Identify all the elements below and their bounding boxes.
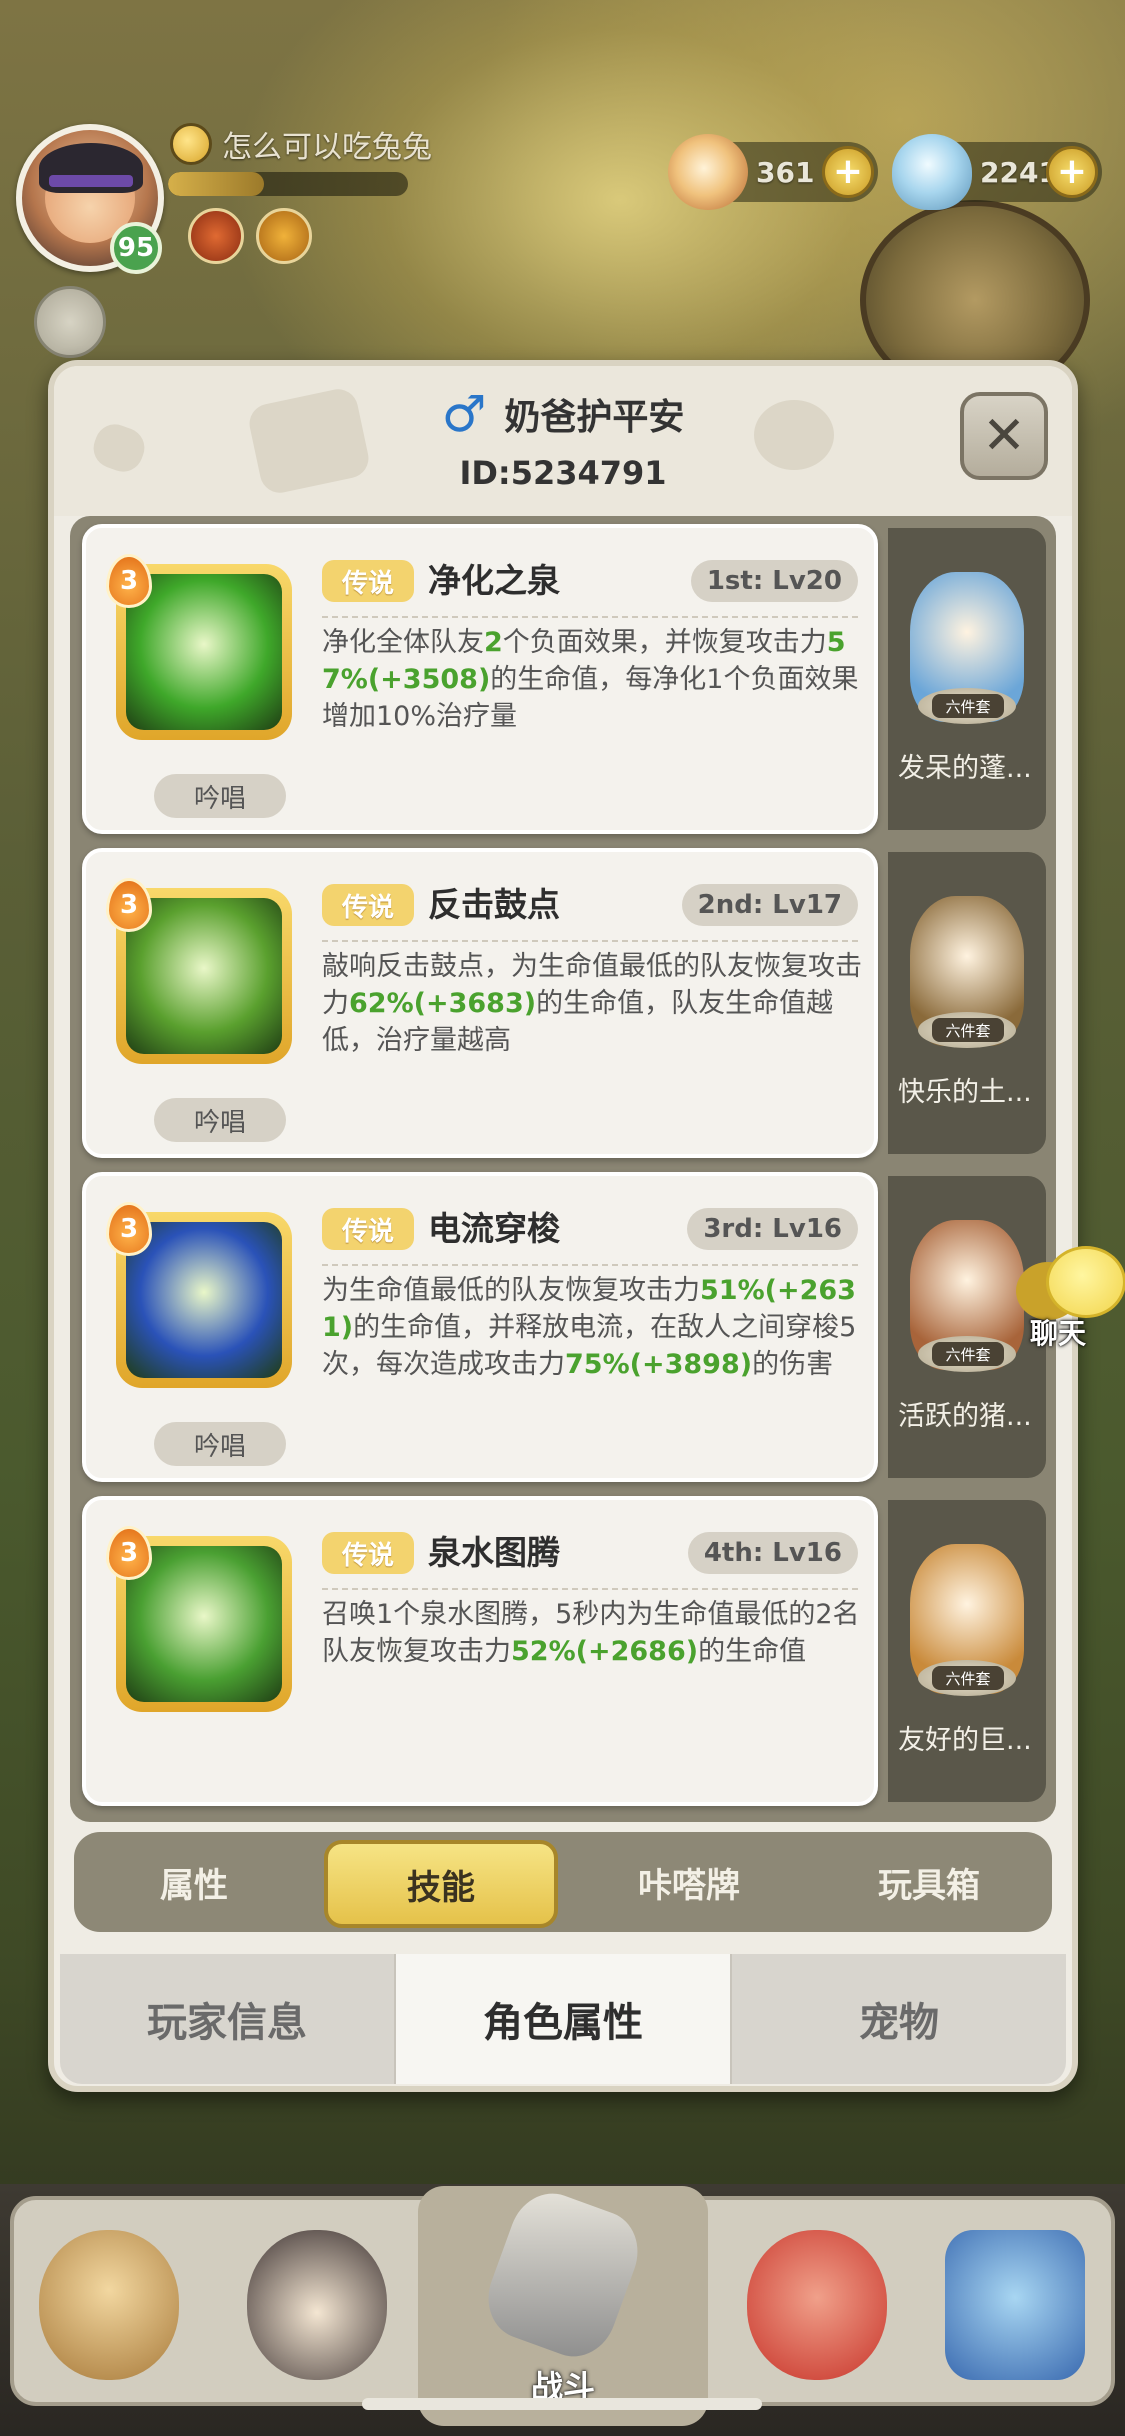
toy-set-name: 发呆的蓬... — [898, 753, 1032, 784]
totem-icon — [126, 1546, 282, 1702]
skill-slot-level: 1st: Lv20 — [690, 560, 858, 602]
toy-set-name: 友好的巨... — [898, 1725, 1032, 1756]
divider — [322, 940, 858, 942]
home-indicator[interactable] — [362, 2398, 762, 2410]
wildman-icon — [39, 2230, 179, 2380]
cast-tag: 吟唱 — [154, 774, 286, 818]
main-tab-bar: 玩家信息 角色属性 宠物 — [60, 1954, 1066, 2084]
skill-card[interactable]: 3 吟唱 传说 电流穿梭 3rd: Lv16 为生命值最低的队友恢复攻击力51%… — [82, 1172, 878, 1482]
buff-fire-icon[interactable] — [188, 208, 244, 264]
skill-grade-badge: 3 — [106, 878, 152, 932]
skill-grade-badge: 3 — [106, 1526, 152, 1580]
panel-header: ♂ 奶爸护平安 ID:5234791 ✕ — [54, 366, 1072, 516]
dragon-icon — [747, 2230, 887, 2380]
pearl-currency-icon — [892, 134, 972, 210]
skill-description: 召唤1个泉水图腾，5秒内为生命值最低的2名队友恢复攻击力52%(+2686)的生… — [322, 1599, 860, 1667]
set-badge: 六件套 — [932, 1342, 1004, 1366]
skill-list[interactable]: 3 吟唱 传说 净化之泉 1st: Lv20 净化全体队友2个负面效果，并恢复攻… — [70, 516, 1056, 1822]
rarity-tag: 传说 — [322, 1532, 414, 1574]
cast-tag: 吟唱 — [154, 1422, 286, 1466]
skill-name: 电流穿梭 — [428, 1209, 560, 1248]
skill-name: 泉水图腾 — [428, 1533, 560, 1572]
tab-skills[interactable]: 技能 — [324, 1840, 558, 1928]
player-name-row: 怎么可以吃兔兔 — [170, 122, 432, 166]
skill-description: 净化全体队友2个负面效果，并恢复攻击力57%(+3508)的生命值，每净化1个负… — [322, 627, 859, 732]
tab-pets[interactable]: 宠物 — [732, 1954, 1066, 2084]
currency-shell-value: 361 — [756, 155, 815, 189]
skill-description: 敲响反击鼓点，为生命值最低的队友恢复攻击力62%(+3683)的生命值，队友生命… — [322, 951, 862, 1056]
skill-card[interactable]: 3 传说 泉水图腾 4th: Lv16 召唤1个泉水图腾，5秒内为生命值最低的2… — [82, 1496, 878, 1806]
set-badge: 六件套 — [932, 1666, 1004, 1690]
divider — [322, 1264, 858, 1266]
chat-label: 聊天 — [1030, 1317, 1087, 1350]
panel-title: 奶爸护平安 — [504, 397, 685, 438]
nav-item-portal[interactable] — [920, 2200, 1110, 2400]
toy-set-card[interactable]: 六件套 发呆的蓬... — [888, 528, 1046, 830]
nav-item-dragon[interactable] — [722, 2200, 912, 2400]
chat-button[interactable]: 聊天 — [1010, 1244, 1125, 1354]
tab-attributes[interactable]: 属性 — [84, 1832, 304, 1932]
xp-bar — [168, 172, 408, 196]
add-shell-button[interactable]: + — [822, 146, 874, 198]
purify-spring-icon — [126, 574, 282, 730]
player-name: 怎么可以吃兔兔 — [222, 130, 432, 165]
skill-slot-level: 4th: Lv16 — [687, 1532, 858, 1574]
set-badge: 六件套 — [932, 1018, 1004, 1042]
xp-bar-fill — [168, 172, 264, 196]
skill-grade-badge: 3 — [106, 554, 152, 608]
toy-set-name: 活跃的猪... — [898, 1401, 1032, 1432]
buff-gold-icon[interactable] — [256, 208, 312, 264]
toy-set-card[interactable]: 六件套 友好的巨... — [888, 1500, 1046, 1802]
sword-icon — [476, 2182, 650, 2368]
rarity-tag: 传说 — [322, 560, 414, 602]
chat-face-icon — [1046, 1246, 1125, 1318]
rarity-tag: 传说 — [322, 1208, 414, 1250]
mood-emoji-icon — [170, 123, 212, 165]
portal-icon — [945, 2230, 1085, 2380]
close-icon: ✕ — [982, 406, 1026, 466]
skill-slot-level: 3rd: Lv16 — [687, 1208, 858, 1250]
tab-toybox[interactable]: 玩具箱 — [814, 1832, 1044, 1932]
rarity-tag: 传说 — [322, 884, 414, 926]
skill-slot-level: 2nd: Lv17 — [681, 884, 858, 926]
nav-item-hero[interactable] — [222, 2200, 412, 2400]
player-id: ID:5234791 — [459, 454, 667, 492]
male-gender-icon: ♂ — [441, 385, 487, 443]
cast-tag: 吟唱 — [154, 1098, 286, 1142]
toy-set-name: 快乐的土... — [898, 1077, 1032, 1108]
divider — [322, 616, 858, 618]
tab-character-attributes[interactable]: 角色属性 — [396, 1954, 732, 2084]
divider — [322, 1588, 858, 1590]
lightning-icon — [126, 1222, 282, 1378]
sub-tab-bar: 属性 技能 咔嗒牌 玩具箱 — [74, 1832, 1052, 1932]
hero-icon — [247, 2230, 387, 2380]
nav-item-battle[interactable]: 战斗 — [418, 2182, 708, 2426]
skill-card[interactable]: 3 吟唱 传说 反击鼓点 2nd: Lv17 敲响反击鼓点，为生命值最低的队友恢… — [82, 848, 878, 1158]
toy-set-card[interactable]: 六件套 快乐的土... — [888, 852, 1046, 1154]
close-button[interactable]: ✕ — [960, 392, 1048, 480]
skill-grade-badge: 3 — [106, 1202, 152, 1256]
skill-description: 为生命值最低的队友恢复攻击力51%(+2631)的生命值，并释放电流，在敌人之间… — [322, 1275, 857, 1380]
currency-pearl: 224112 + — [892, 134, 1102, 210]
panel-title-row: ♂ 奶爸护平安 — [54, 388, 1072, 440]
skill-name: 净化之泉 — [428, 561, 560, 600]
skill-card[interactable]: 3 吟唱 传说 净化之泉 1st: Lv20 净化全体队友2个负面效果，并恢复攻… — [82, 524, 878, 834]
player-level-badge: 95 — [110, 222, 162, 274]
skill-name: 反击鼓点 — [428, 885, 560, 924]
add-pearl-button[interactable]: + — [1046, 146, 1098, 198]
nav-item-wildman[interactable] — [14, 2200, 204, 2400]
shell-currency-icon — [668, 134, 748, 210]
player-detail-panel: ♂ 奶爸护平安 ID:5234791 ✕ 3 吟唱 传说 净化之泉 1st: L… — [48, 360, 1078, 2092]
drum-beat-icon — [126, 898, 282, 1054]
currency-shell: 361 + — [668, 134, 878, 210]
tab-cards[interactable]: 咔嗒牌 — [574, 1832, 804, 1932]
set-badge: 六件套 — [932, 694, 1004, 718]
side-menu-button[interactable] — [34, 286, 106, 358]
tab-player-info[interactable]: 玩家信息 — [60, 1954, 396, 2084]
